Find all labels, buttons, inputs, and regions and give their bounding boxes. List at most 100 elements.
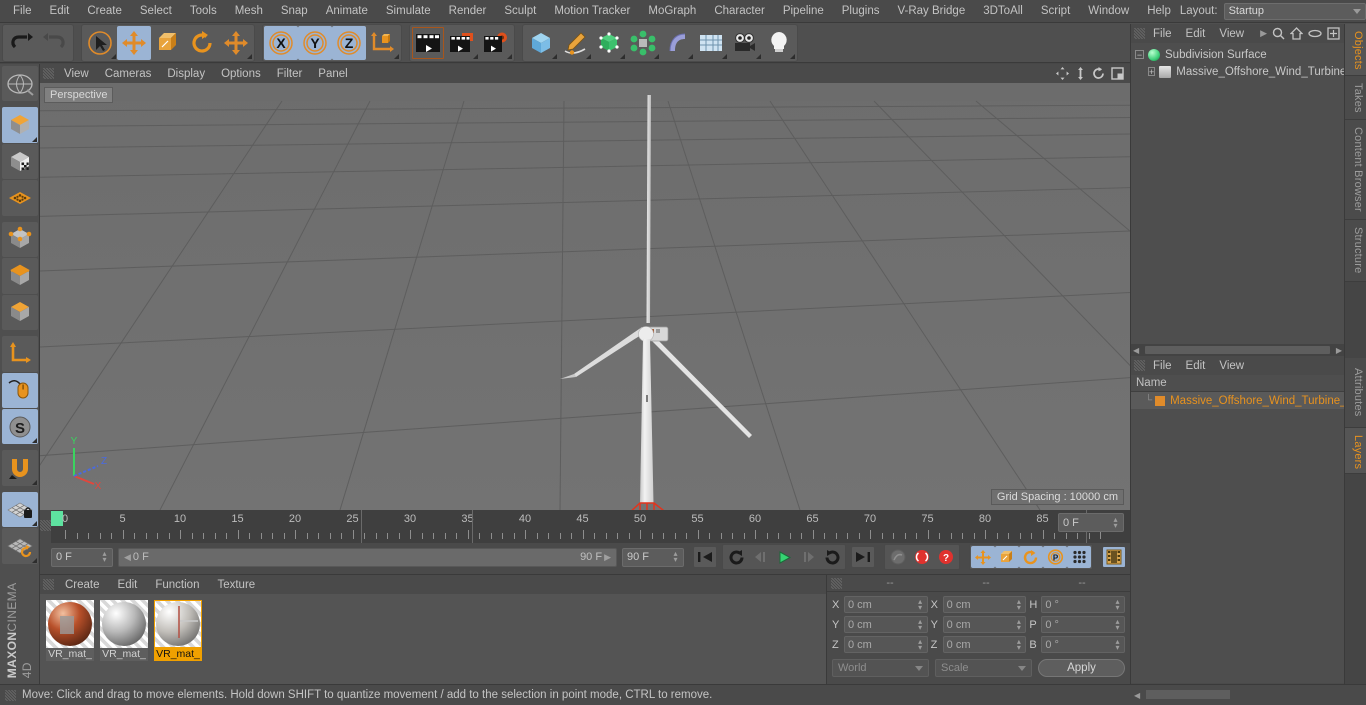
spinner-icon[interactable]: ▴ ▾ (1015, 597, 1022, 611)
rotation-key-button[interactable] (1019, 546, 1043, 568)
menu-item-select[interactable]: Select (131, 0, 181, 22)
maximize-view-icon[interactable] (1111, 67, 1124, 80)
menu-item-file[interactable]: File (4, 0, 41, 22)
live-selection-button[interactable] (83, 25, 117, 60)
menu-item-plugins[interactable]: Plugins (833, 0, 889, 22)
redo-button[interactable] (38, 25, 72, 60)
search-icon[interactable] (1272, 27, 1285, 40)
layout-select[interactable]: Startup (1223, 2, 1366, 20)
scroll-right-icon[interactable]: ▶ (1336, 346, 1342, 355)
spinner-icon[interactable]: ▴ ▾ (917, 617, 924, 631)
enable-snapping-button[interactable] (1, 372, 38, 408)
object-manager-hscrollbar[interactable]: ◀ ▶ (1131, 344, 1344, 356)
play-reverse-button[interactable] (724, 546, 748, 568)
menu-item-edit[interactable]: Edit (1179, 357, 1213, 375)
menu-item-character[interactable]: Character (705, 0, 774, 22)
bend-deformer-button[interactable] (660, 25, 694, 60)
start-frame-field[interactable]: 0 F ▴ ▾ (51, 547, 113, 567)
coordinate-system-select[interactable]: World (832, 659, 929, 677)
rotate-tool-button[interactable] (185, 25, 219, 60)
polygons-mode-button[interactable] (1, 294, 38, 331)
play-loop-button[interactable] (820, 546, 844, 568)
pan-view-icon[interactable] (1075, 67, 1086, 80)
menu-item-view[interactable]: View (56, 65, 97, 83)
coordinate-position-field[interactable]: 0 cm ▴ ▾ (844, 596, 928, 613)
camera-button[interactable] (728, 25, 762, 60)
scale-tool-button[interactable] (151, 25, 185, 60)
scroll-left-icon[interactable]: ◀ (1133, 346, 1139, 355)
menu-item-edit[interactable]: Edit (109, 574, 147, 596)
menu-item-window[interactable]: Window (1079, 0, 1138, 22)
autokeying-button[interactable] (910, 546, 934, 568)
render-view-button[interactable] (411, 25, 445, 60)
play-forward-button[interactable] (772, 546, 796, 568)
material-item[interactable]: VR_mat_ (154, 600, 202, 684)
go-to-start-button[interactable] (693, 546, 717, 568)
axis-modify-button[interactable] (1, 336, 38, 372)
panel-grip[interactable] (831, 577, 842, 589)
menu-item-mesh[interactable]: Mesh (226, 0, 272, 22)
go-to-end-button[interactable] (851, 546, 875, 568)
points-mode-button[interactable] (1, 221, 38, 258)
timeline-view-button[interactable] (1102, 546, 1126, 568)
scrollbar-thumb[interactable] (1145, 346, 1330, 354)
light-button[interactable] (762, 25, 796, 60)
spinner-icon[interactable]: ▴ ▾ (672, 550, 679, 564)
material-item[interactable]: VR_mat_ (100, 600, 148, 684)
menu-item-help[interactable]: Help (1138, 0, 1180, 22)
spline-pen-button[interactable] (558, 25, 592, 60)
menu-item-tools[interactable]: Tools (181, 0, 226, 22)
world-axis-button[interactable] (1, 66, 38, 102)
menu-item-snap[interactable]: Snap (272, 0, 317, 22)
menu-item-3dtoall[interactable]: 3DToAll (974, 0, 1032, 22)
undo-button[interactable] (4, 25, 38, 60)
render-settings-button[interactable] (479, 25, 513, 60)
menu-item-mograph[interactable]: MoGraph (639, 0, 705, 22)
expand-toggle-icon[interactable]: + (1148, 67, 1156, 76)
panel-grip[interactable] (40, 520, 51, 531)
step-back-button[interactable] (748, 546, 772, 568)
soft-selection-button[interactable]: S (1, 408, 38, 445)
panel-grip[interactable] (43, 68, 54, 79)
layer-list[interactable]: Name └ Massive_Offshore_Wind_Turbine_ (1131, 375, 1347, 683)
chevron-right-icon[interactable]: ▶ (1260, 28, 1267, 39)
workplane-rotate-button[interactable] (1, 528, 38, 564)
menu-item-view[interactable]: View (1212, 25, 1251, 43)
menu-item-create[interactable]: Create (56, 574, 109, 596)
menu-item-cameras[interactable]: Cameras (97, 65, 160, 83)
material-item[interactable]: VR_mat_ (46, 600, 94, 684)
coordinate-position-field[interactable]: 0 cm ▴ ▾ (844, 636, 928, 653)
parameter-key-button[interactable]: P (1043, 546, 1067, 568)
spinner-icon[interactable]: ▴ ▾ (1114, 637, 1121, 651)
coordinate-rotation-field[interactable]: 0 ° ▴ ▾ (1041, 596, 1126, 613)
menu-item-function[interactable]: Function (146, 574, 208, 596)
menu-item-animate[interactable]: Animate (317, 0, 377, 22)
model-mode-button[interactable] (1, 107, 38, 143)
ellipse-icon[interactable] (1308, 28, 1322, 39)
menu-item-create[interactable]: Create (78, 0, 131, 22)
vertical-tab-layers[interactable]: Layers (1345, 428, 1366, 474)
coordinate-size-field[interactable]: 0 cm ▴ ▾ (942, 616, 1027, 633)
workplane-lock-button[interactable] (1, 491, 38, 528)
material-list[interactable]: VR_mat_ VR_mat_ VR_mat_ (40, 594, 826, 684)
menu-item-v-ray-bridge[interactable]: V-Ray Bridge (888, 0, 974, 22)
menu-item-file[interactable]: File (1146, 357, 1179, 375)
viewport-3d-canvas[interactable]: Perspective Grid Spacing : 10000 cm Y X … (40, 83, 1130, 510)
menu-item-file[interactable]: File (1146, 25, 1179, 43)
coordinate-size-field[interactable]: 0 cm ▴ ▾ (942, 596, 1027, 613)
range-right-arrow-icon[interactable]: ▶ (602, 552, 613, 563)
spinner-icon[interactable]: ▴ ▾ (1015, 617, 1022, 631)
menu-item-edit[interactable]: Edit (41, 0, 79, 22)
status-bar-right-scrollbar[interactable]: ◀ (1130, 684, 1366, 705)
panel-grip[interactable] (5, 689, 16, 701)
vertical-tab-takes[interactable]: Takes (1345, 76, 1366, 120)
menu-item-filter[interactable]: Filter (269, 65, 311, 83)
spinner-icon[interactable]: ▴ ▾ (1114, 597, 1121, 611)
menu-item-render[interactable]: Render (440, 0, 496, 22)
world-object-coordinate-button[interactable] (366, 25, 400, 60)
magnet-tool-button[interactable] (1, 450, 38, 486)
render-to-picture-viewer-button[interactable] (445, 25, 479, 60)
x-axis-lock-button[interactable]: X (264, 25, 298, 60)
move-view-icon[interactable] (1056, 67, 1069, 80)
move-alt-button[interactable] (219, 25, 253, 60)
